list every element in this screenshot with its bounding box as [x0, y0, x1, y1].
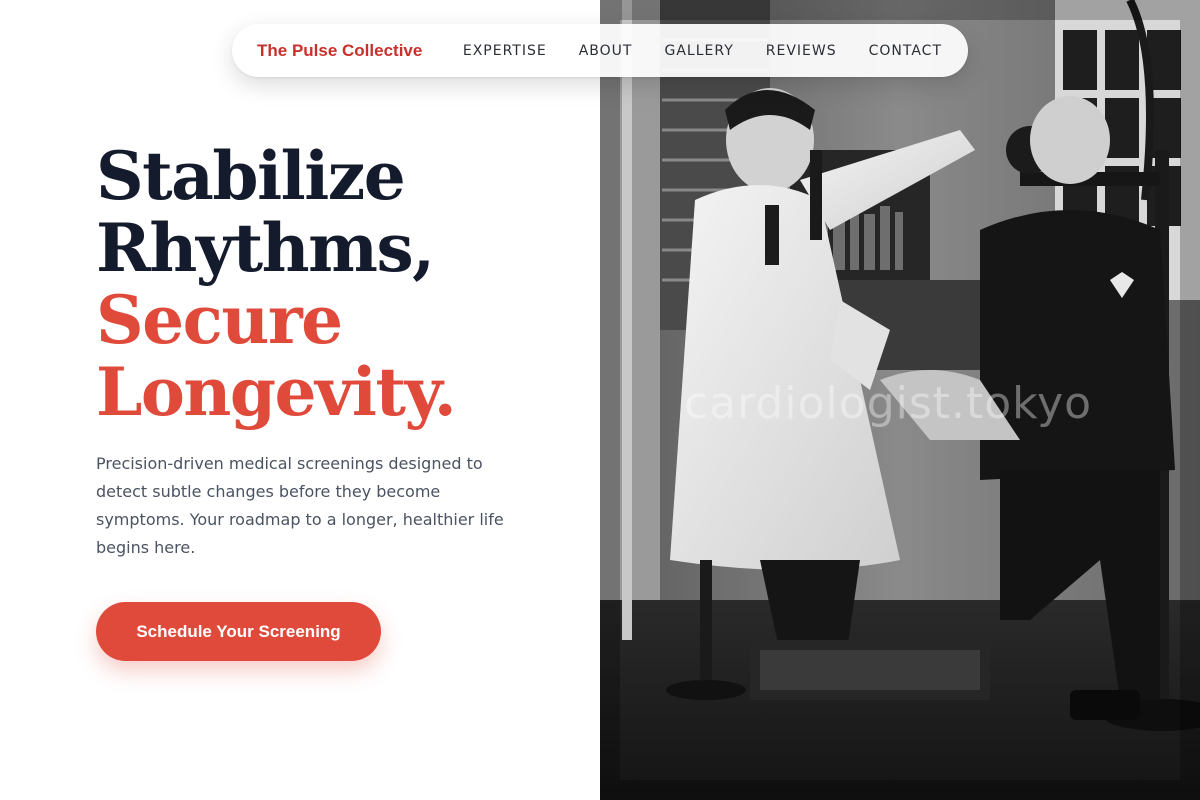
nav-link-expertise[interactable]: EXPERTISE	[463, 43, 547, 59]
hero-description: Precision-driven medical screenings desi…	[96, 454, 504, 557]
headline-line-2: Rhythms,	[96, 209, 435, 287]
photo-watermark: cardiologist.tokyo	[684, 378, 1093, 429]
nav-link-about[interactable]: ABOUT	[579, 43, 633, 59]
headline-line-3: Secure	[96, 281, 343, 359]
brand-logo[interactable]: The Pulse Collective	[257, 41, 422, 61]
hero-headline: Stabilize Rhythms, Secure Longevity.	[96, 140, 576, 428]
nav-link-reviews[interactable]: REVIEWS	[766, 43, 837, 59]
hero-photo: cardiologist.tokyo	[600, 0, 1200, 800]
nav-link-gallery[interactable]: GALLERY	[664, 43, 733, 59]
top-navbar: The Pulse Collective EXPERTISE ABOUT GAL…	[232, 24, 968, 77]
schedule-screening-button[interactable]: Schedule Your Screening	[96, 602, 381, 661]
nav-links: EXPERTISE ABOUT GALLERY REVIEWS CONTACT	[463, 43, 942, 59]
nav-link-contact[interactable]: CONTACT	[869, 43, 942, 59]
headline-line-4: Longevity.	[96, 353, 457, 431]
headline-line-1: Stabilize	[96, 137, 406, 215]
